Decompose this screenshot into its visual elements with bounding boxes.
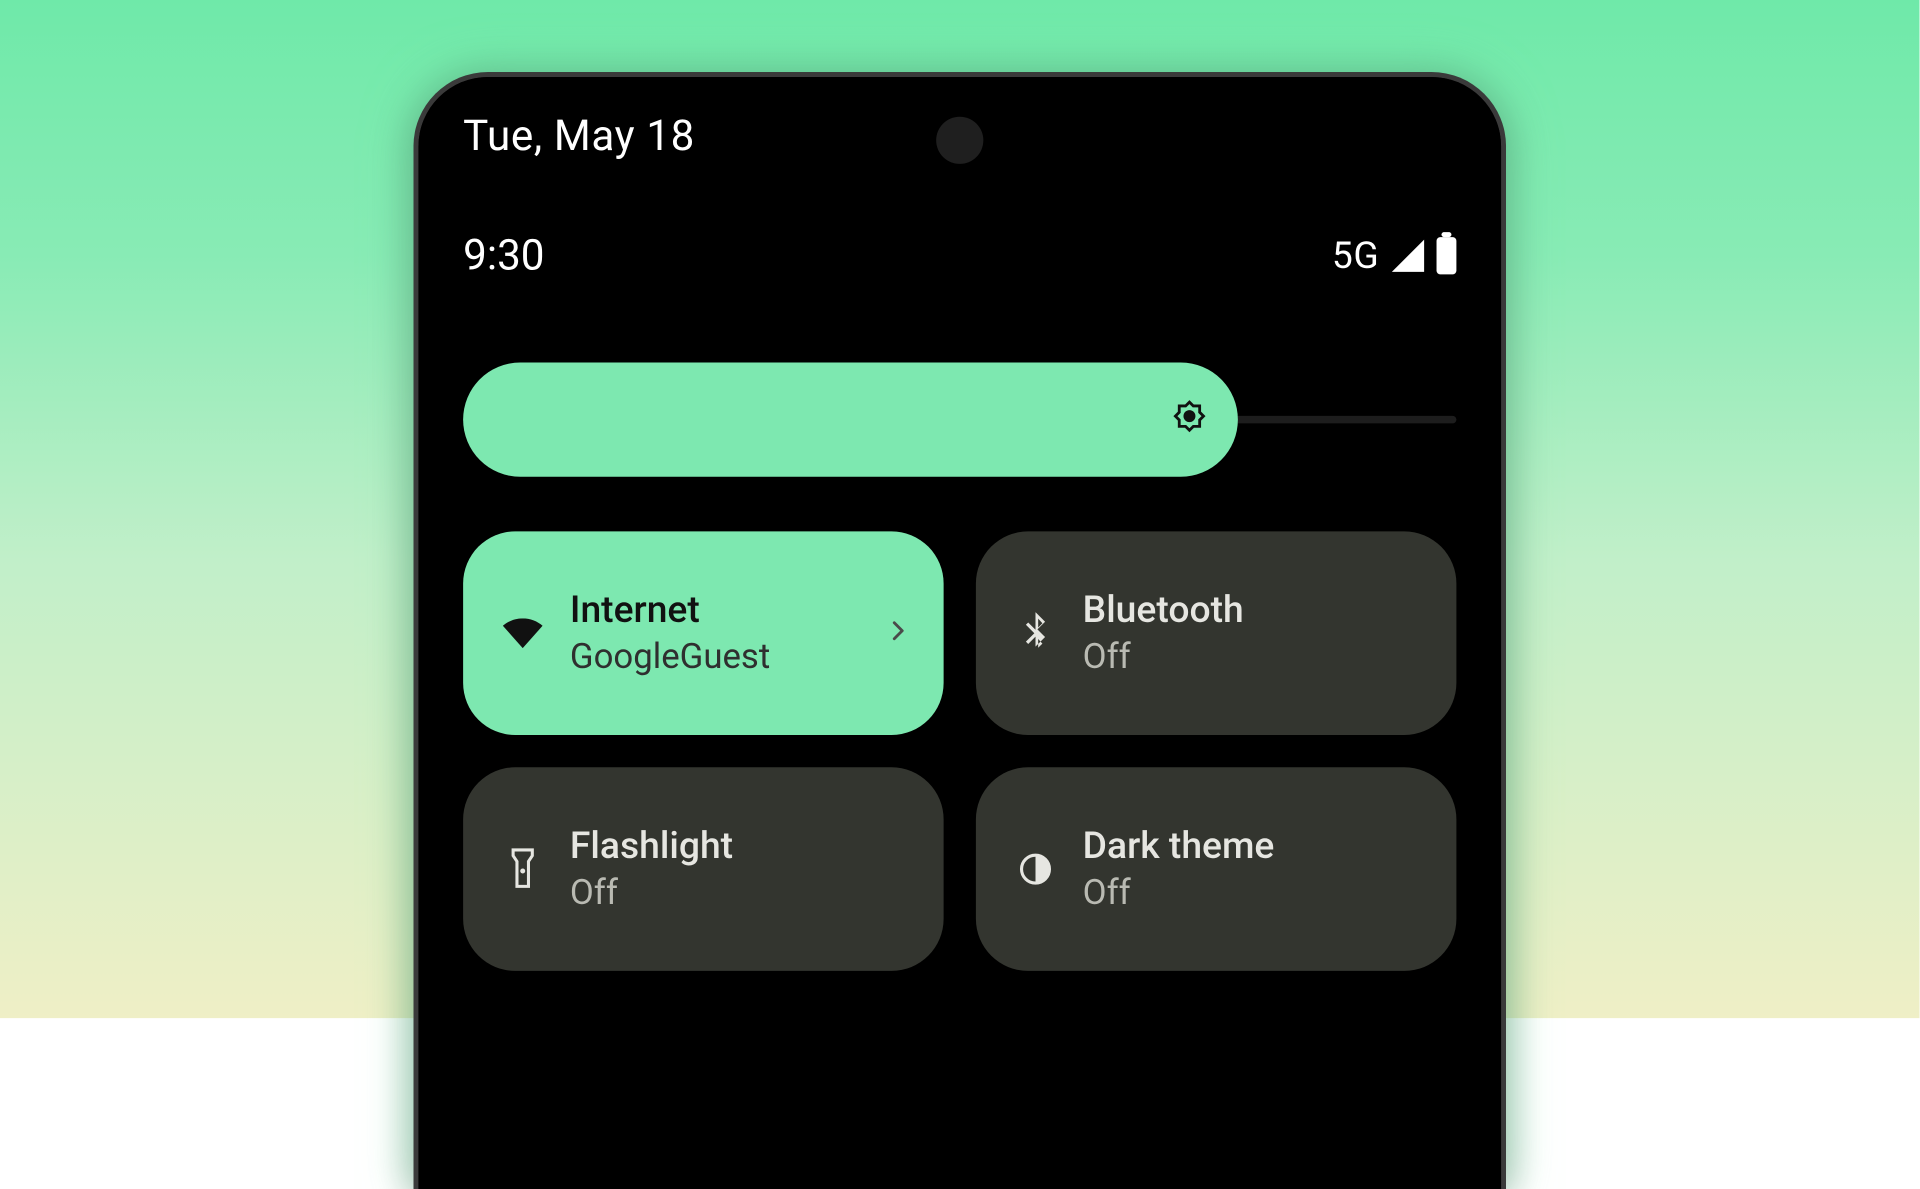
- chevron-right-icon: [884, 617, 911, 649]
- status-right-cluster: 5G: [1332, 234, 1457, 277]
- brightness-slider[interactable]: [463, 363, 1456, 477]
- dark-theme-icon: [1011, 850, 1061, 887]
- tile-bluetooth-title: Bluetooth: [1083, 590, 1244, 631]
- brightness-fill: [463, 363, 1238, 477]
- tile-dark-theme-title: Dark theme: [1083, 826, 1275, 867]
- tile-internet[interactable]: Internet GoogleGuest: [463, 531, 943, 735]
- tile-bluetooth-subtitle: Off: [1083, 636, 1244, 677]
- tile-flashlight-title: Flashlight: [570, 826, 733, 867]
- flashlight-icon: [498, 848, 548, 890]
- tile-flashlight-subtitle: Off: [570, 872, 733, 913]
- wifi-icon: [498, 618, 548, 648]
- tile-bluetooth[interactable]: Bluetooth Off: [976, 531, 1456, 735]
- camera-hole: [936, 117, 983, 164]
- battery-icon: [1437, 237, 1457, 274]
- tile-dark-theme-subtitle: Off: [1083, 872, 1275, 913]
- quick-settings-tiles: Internet GoogleGuest Bluetooth Off: [463, 531, 1456, 971]
- phone-frame: Tue, May 18 9:30 5G: [413, 72, 1506, 1189]
- status-bar: 9:30 5G: [463, 231, 1456, 281]
- bluetooth-icon: [1011, 612, 1061, 654]
- brightness-icon: [1168, 399, 1210, 441]
- tile-dark-theme[interactable]: Dark theme Off: [976, 767, 1456, 971]
- status-time: 9:30: [463, 231, 544, 281]
- network-type-label: 5G: [1332, 234, 1380, 277]
- cellular-signal-icon: [1392, 240, 1424, 272]
- phone-side-button: [1501, 847, 1506, 1033]
- quick-settings-panel: Tue, May 18 9:30 5G: [418, 77, 1501, 1189]
- tile-internet-subtitle: GoogleGuest: [570, 636, 770, 677]
- tile-internet-title: Internet: [570, 590, 770, 631]
- wallpaper-background: Tue, May 18 9:30 5G: [0, 0, 1920, 1018]
- tile-flashlight[interactable]: Flashlight Off: [463, 767, 943, 971]
